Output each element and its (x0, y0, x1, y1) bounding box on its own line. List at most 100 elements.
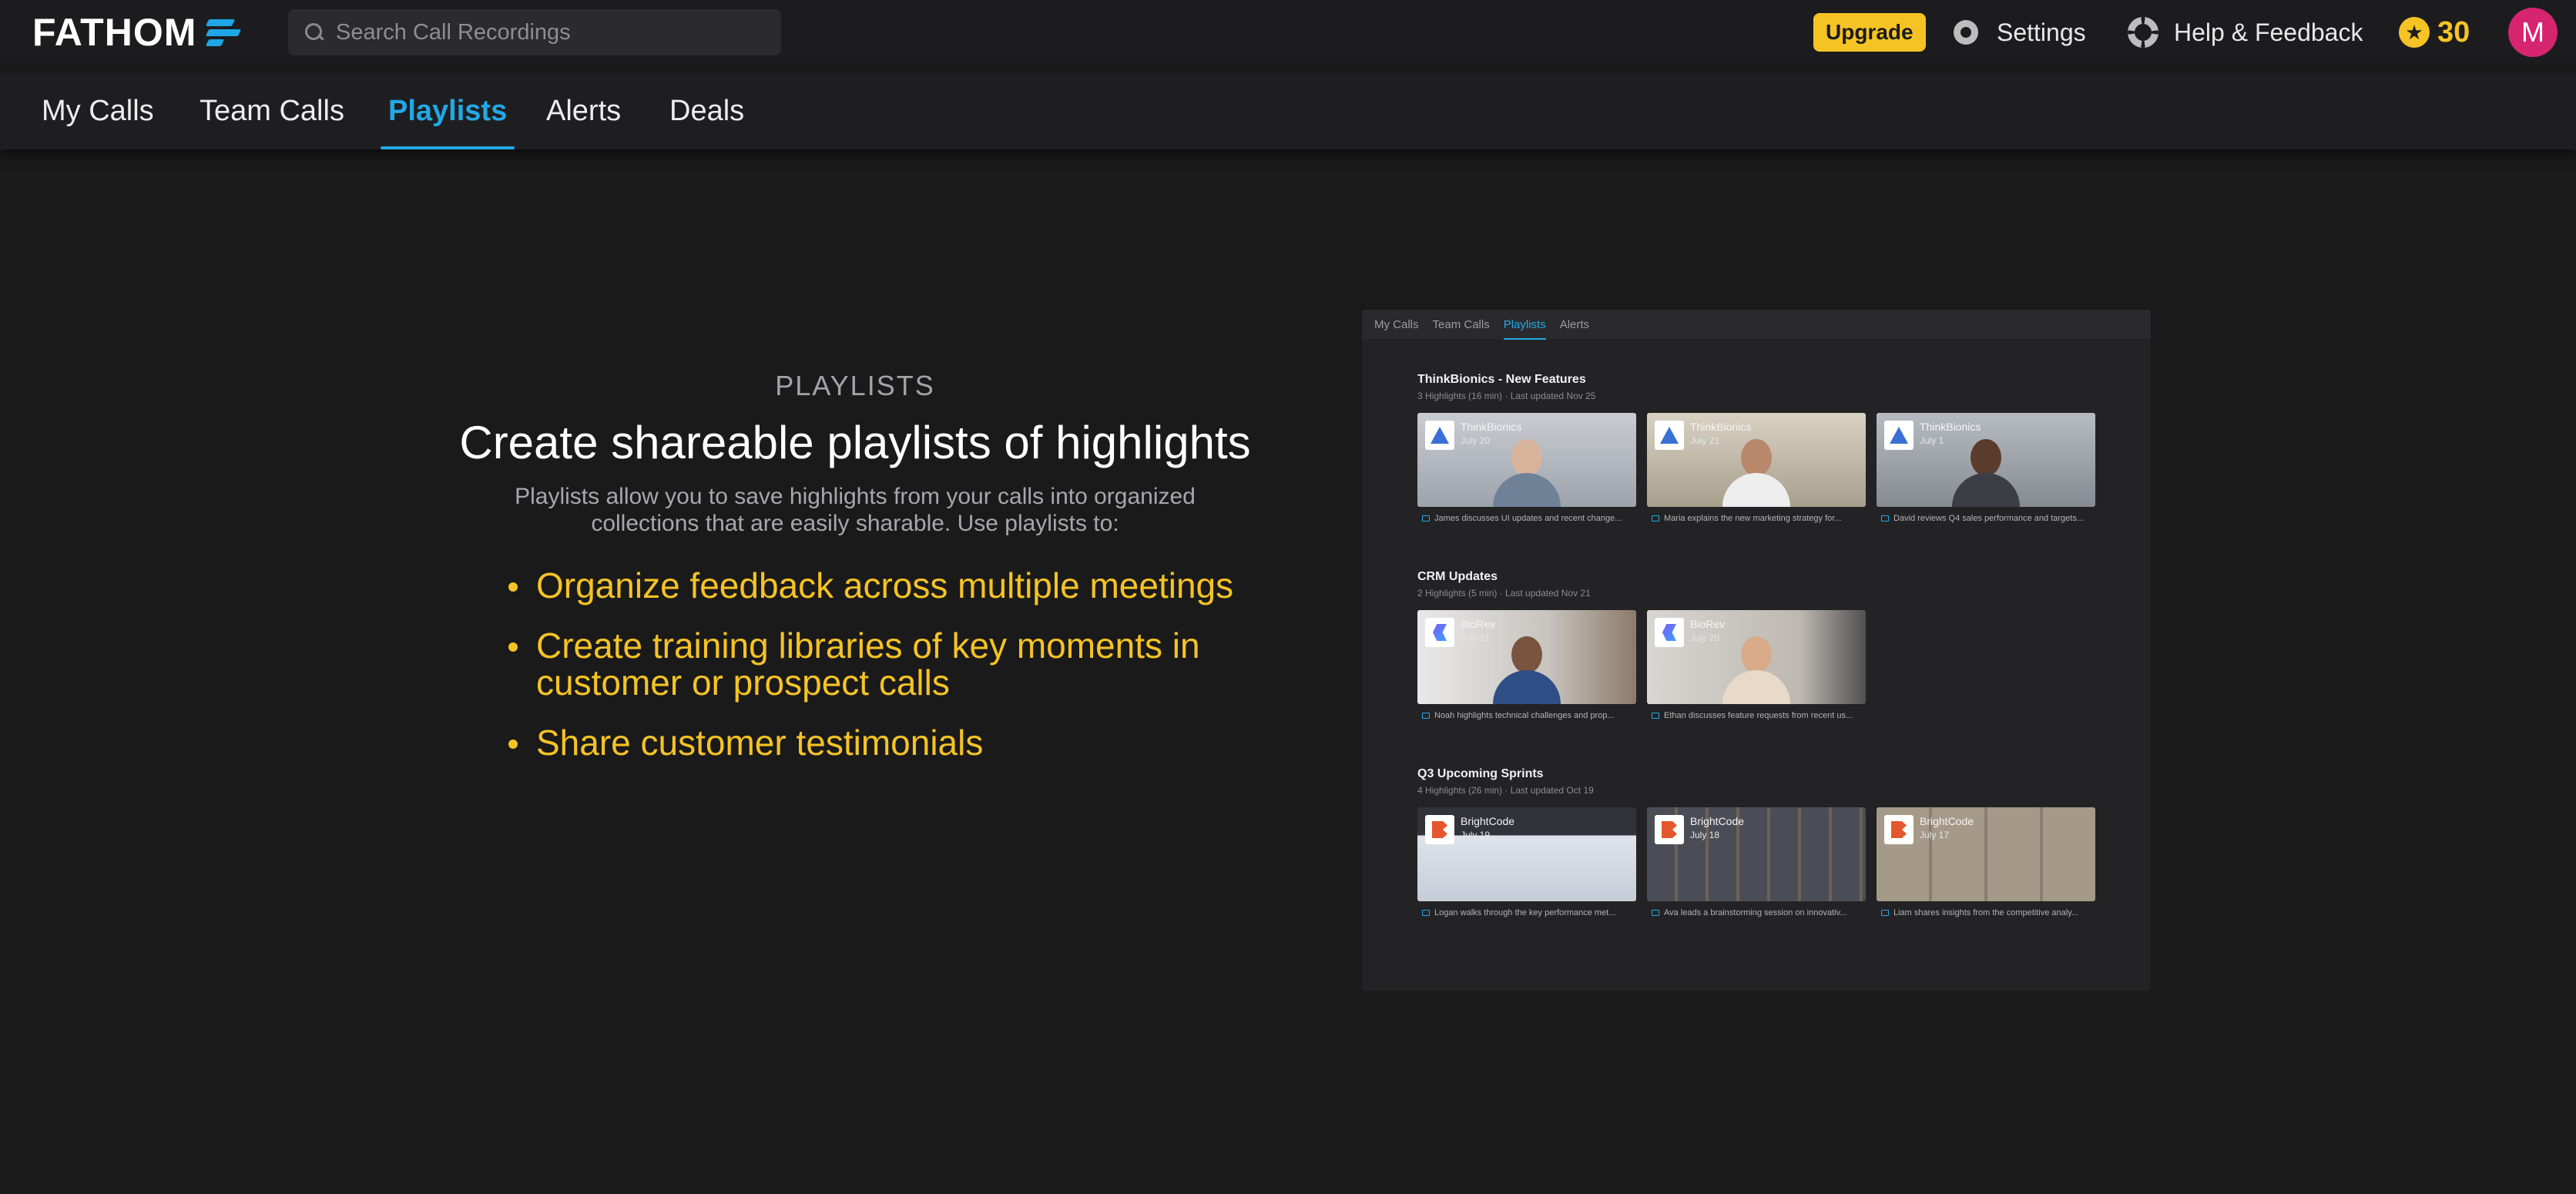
preview-highlight-card: BrightCode July 18 Ava leads a brainstor… (1647, 807, 1866, 920)
preview-highlight-card: ThinkBionics July 20 James discusses UI … (1417, 413, 1636, 525)
brightcode-logo-icon (1425, 815, 1454, 844)
clip-icon (1422, 910, 1430, 916)
thinkbionics-logo-icon (1884, 421, 1914, 450)
top-bar: FATHOM Upgrade Settings Help & Feedback … (0, 0, 2576, 65)
preview-thumbnail: ThinkBionics July 20 (1417, 413, 1636, 507)
preview-brand: BioRev (1690, 618, 1726, 630)
playlists-preview-image: My Calls Team Calls Playlists Alerts Thi… (1362, 310, 2151, 991)
gear-icon (1950, 17, 1981, 48)
clip-icon (1881, 910, 1889, 916)
preview-brand: ThinkBionics (1920, 421, 1981, 433)
logo-mark-icon (206, 18, 243, 47)
preview-brand: ThinkBionics (1461, 421, 1522, 433)
feature-item: Share customer testimonials (508, 724, 1303, 761)
preview-caption: Logan walks through the key performance … (1417, 906, 1636, 920)
logo-text: FATHOM (32, 11, 197, 54)
tab-my-calls[interactable]: My Calls (42, 72, 154, 149)
points-badge[interactable]: ★ 30 (2399, 11, 2470, 54)
preview-thumbnail: ThinkBionics July 21 (1647, 413, 1866, 507)
preview-thumbnail: BrightCode July 19 (1417, 807, 1636, 901)
help-feedback-link[interactable]: Help & Feedback (2128, 11, 2363, 54)
preview-tab: Team Calls (1432, 317, 1490, 331)
preview-thumbnail: BrightCode July 18 (1647, 807, 1866, 901)
preview-brand: BrightCode (1920, 815, 1974, 827)
feature-item: Create training libraries of key moments… (508, 627, 1303, 701)
preview-brand: BrightCode (1690, 815, 1745, 827)
search-input[interactable] (336, 19, 767, 45)
feature-list: Organize feedback across multiple meetin… (502, 567, 1303, 784)
preview-playlist-title: CRM Updates (1417, 570, 1498, 583)
brightcode-logo-icon (1655, 815, 1684, 844)
preview-playlist-title: ThinkBionics - New Features (1417, 373, 1586, 386)
page-headline: Create shareable playlists of highlights (459, 417, 1251, 468)
preview-caption: Liam shares insights from the competitiv… (1877, 906, 2095, 920)
biorev-logo-icon (1425, 618, 1454, 647)
preview-playlist-meta: 2 Highlights (5 min) · Last updated Nov … (1417, 588, 1591, 599)
clip-icon (1422, 713, 1430, 719)
clip-icon (1652, 910, 1659, 916)
person-figure (1493, 630, 1561, 704)
person-figure (1722, 630, 1790, 704)
preview-playlist-meta: 3 Highlights (16 min) · Last updated Nov… (1417, 391, 1596, 401)
preview-caption: Maria explains the new marketing strateg… (1647, 511, 1866, 525)
thinkbionics-logo-icon (1425, 421, 1454, 450)
preview-nav: My Calls Team Calls Playlists Alerts (1362, 310, 2151, 340)
person-figure (1952, 433, 2020, 507)
star-icon: ★ (2399, 17, 2430, 48)
section-eyebrow: PLAYLISTS (775, 370, 935, 401)
biorev-logo-icon (1655, 618, 1684, 647)
clip-icon (1881, 515, 1889, 522)
tab-alerts[interactable]: Alerts (546, 72, 621, 149)
person-figure (1493, 433, 1561, 507)
preview-highlight-card: BioRev July 20 Ethan discusses feature r… (1647, 610, 1866, 723)
playlists-intro: PLAYLISTS Create shareable playlists of … (431, 370, 1279, 537)
help-feedback-label: Help & Feedback (2174, 18, 2363, 46)
clip-icon (1652, 713, 1659, 719)
settings-label: Settings (1997, 18, 2086, 46)
tab-team-calls[interactable]: Team Calls (200, 72, 344, 149)
preview-date: July 20 (1690, 632, 1720, 643)
feature-item: Organize feedback across multiple meetin… (508, 567, 1303, 604)
preview-playlist: CRM Updates 2 Highlights (5 min) · Last … (1417, 570, 1866, 720)
tab-playlists[interactable]: Playlists (380, 72, 515, 149)
main-nav: My Calls Team Calls Playlists Alerts Dea… (0, 72, 2576, 149)
preview-thumbnail: BioRev July 20 (1647, 610, 1866, 704)
preview-date: July 20 (1461, 435, 1491, 446)
thinkbionics-logo-icon (1655, 421, 1684, 450)
preview-playlist-meta: 4 Highlights (26 min) · Last updated Oct… (1417, 785, 1594, 796)
preview-playlist: Q3 Upcoming Sprints 4 Highlights (26 min… (1417, 767, 2095, 917)
preview-tab-active: Playlists (1503, 317, 1546, 340)
preview-tab: My Calls (1374, 317, 1419, 331)
preview-caption: David reviews Q4 sales performance and t… (1877, 511, 2095, 525)
upgrade-button[interactable]: Upgrade (1813, 13, 1926, 52)
tab-deals[interactable]: Deals (669, 72, 744, 149)
clip-icon (1652, 515, 1659, 522)
settings-link[interactable]: Settings (1950, 11, 2086, 54)
points-value: 30 (2437, 15, 2470, 49)
preview-date: July 18 (1690, 830, 1720, 840)
preview-playlist-title: Q3 Upcoming Sprints (1417, 767, 1544, 780)
preview-brand: ThinkBionics (1690, 421, 1752, 433)
search-bar[interactable] (288, 9, 781, 55)
preview-highlight-card: ThinkBionics July 21 Maria explains the … (1647, 413, 1866, 525)
brightcode-logo-icon (1884, 815, 1914, 844)
preview-caption: James discusses UI updates and recent ch… (1417, 511, 1636, 525)
lifebuoy-icon (2128, 17, 2158, 48)
preview-brand: BioRev (1461, 618, 1496, 630)
preview-highlight-card: BrightCode July 19 Logan walks through t… (1417, 807, 1636, 920)
preview-caption: Noah highlights technical challenges and… (1417, 709, 1636, 723)
preview-date: July 21 (1461, 632, 1491, 643)
preview-tab: Alerts (1559, 317, 1590, 331)
person-figure (1722, 433, 1790, 507)
preview-brand: BrightCode (1461, 815, 1515, 827)
preview-highlight-card: BrightCode July 17 Liam shares insights … (1877, 807, 2095, 920)
preview-thumbnail: ThinkBionics July 1 (1877, 413, 2095, 507)
preview-date: July 21 (1690, 435, 1720, 446)
preview-caption: Ethan discusses feature requests from re… (1647, 709, 1866, 723)
fathom-logo[interactable]: FATHOM (32, 11, 243, 54)
user-avatar[interactable]: M (2508, 8, 2558, 57)
preview-date: July 17 (1920, 830, 1950, 840)
preview-highlight-card: ThinkBionics July 1 David reviews Q4 sal… (1877, 413, 2095, 525)
clip-icon (1422, 515, 1430, 522)
page-description: Playlists allow you to save highlights f… (515, 484, 1196, 536)
